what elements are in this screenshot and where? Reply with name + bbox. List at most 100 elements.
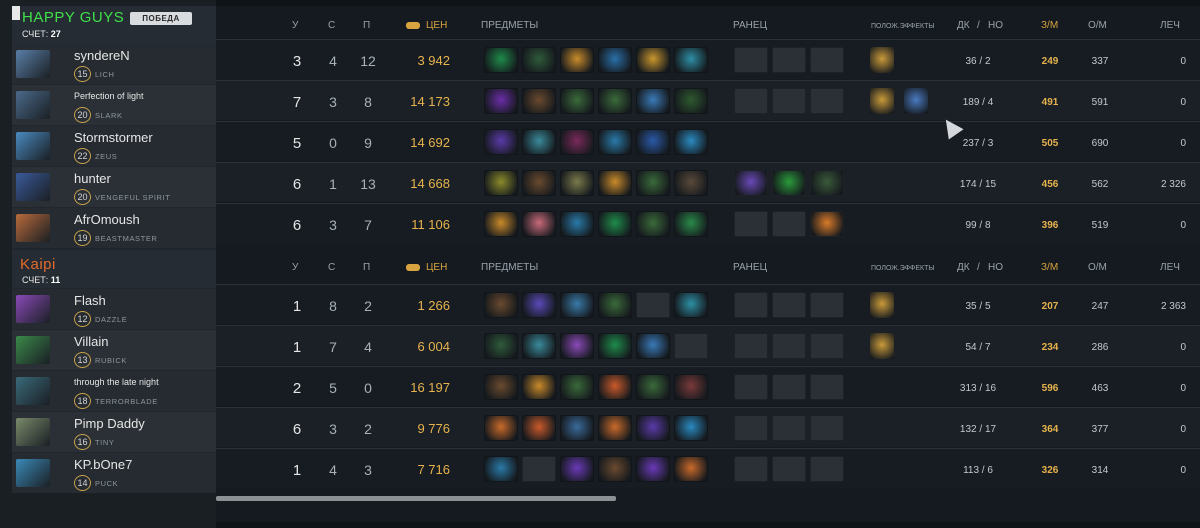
backpack-slot[interactable] bbox=[734, 374, 768, 400]
item-icon[interactable] bbox=[484, 292, 518, 318]
player-row[interactable]: through the late night 18 TERRORBLADE bbox=[12, 371, 216, 411]
item-icon[interactable] bbox=[560, 292, 594, 318]
header-assists[interactable]: П bbox=[363, 262, 370, 273]
header-heal[interactable]: ЛЕЧ bbox=[1160, 262, 1180, 273]
item-icon[interactable] bbox=[484, 374, 518, 400]
player-row[interactable]: Flash 12 DAZZLE bbox=[12, 289, 216, 329]
header-last-hits[interactable]: ДК bbox=[957, 20, 970, 31]
item-icon[interactable] bbox=[674, 292, 708, 318]
backpack-slot[interactable] bbox=[734, 333, 768, 359]
header-backpack[interactable]: РАНЕЦ bbox=[733, 262, 767, 273]
item-icon[interactable] bbox=[636, 47, 670, 73]
item-icon[interactable] bbox=[522, 129, 556, 155]
item-icon[interactable] bbox=[636, 415, 670, 441]
item-icon[interactable] bbox=[522, 333, 556, 359]
player-row[interactable]: Pimp Daddy 16 TINY bbox=[12, 412, 216, 452]
header-buffs[interactable]: ПОЛОЖ.ЭФФЕКТЫ bbox=[871, 23, 935, 30]
backpack-slot[interactable] bbox=[810, 415, 844, 441]
item-icon[interactable] bbox=[522, 211, 556, 237]
item-icon[interactable] bbox=[598, 129, 632, 155]
backpack-slot[interactable] bbox=[810, 374, 844, 400]
header-items[interactable]: ПРЕДМЕТЫ bbox=[481, 262, 538, 273]
header-slash[interactable]: / bbox=[977, 262, 980, 273]
item-icon[interactable] bbox=[560, 47, 594, 73]
backpack-slot[interactable] bbox=[810, 292, 844, 318]
item-icon[interactable] bbox=[560, 170, 594, 196]
item-icon[interactable] bbox=[484, 129, 518, 155]
item-icon[interactable] bbox=[560, 88, 594, 114]
item-icon[interactable] bbox=[674, 129, 708, 155]
header-networth[interactable]: ЦЕН bbox=[426, 20, 447, 31]
item-icon[interactable] bbox=[484, 88, 518, 114]
item-icon[interactable] bbox=[598, 415, 632, 441]
item-icon[interactable] bbox=[522, 170, 556, 196]
item-icon[interactable] bbox=[636, 88, 670, 114]
backpack-slot[interactable] bbox=[734, 88, 768, 114]
header-kills[interactable]: У bbox=[292, 20, 298, 31]
item-icon[interactable] bbox=[674, 456, 708, 482]
player-row[interactable]: syndereN 15 LICH bbox=[12, 44, 216, 84]
backpack-slot[interactable] bbox=[734, 415, 768, 441]
item-icon[interactable] bbox=[560, 415, 594, 441]
player-row[interactable]: AfrOmoush 19 BEASTMASTER bbox=[12, 208, 216, 248]
item-icon[interactable] bbox=[598, 211, 632, 237]
item-icon[interactable] bbox=[674, 47, 708, 73]
item-icon[interactable] bbox=[674, 88, 708, 114]
item-icon[interactable] bbox=[484, 211, 518, 237]
item-icon[interactable] bbox=[598, 374, 632, 400]
item-icon[interactable] bbox=[522, 292, 556, 318]
buff-icon[interactable] bbox=[870, 292, 894, 318]
header-heal[interactable]: ЛЕЧ bbox=[1160, 20, 1180, 31]
player-row[interactable]: Villain 13 RUBICK bbox=[12, 330, 216, 370]
item-icon[interactable] bbox=[560, 333, 594, 359]
item-icon[interactable] bbox=[636, 374, 670, 400]
item-icon[interactable] bbox=[598, 47, 632, 73]
item-icon[interactable] bbox=[522, 88, 556, 114]
item-icon[interactable] bbox=[636, 456, 670, 482]
player-row[interactable]: Stormstormer 22 ZEUS bbox=[12, 126, 216, 166]
backpack-item-icon[interactable] bbox=[772, 170, 806, 196]
empty-item-slot[interactable] bbox=[636, 292, 670, 318]
item-icon[interactable] bbox=[598, 170, 632, 196]
backpack-slot[interactable] bbox=[810, 88, 844, 114]
item-icon[interactable] bbox=[598, 333, 632, 359]
buff-icon[interactable] bbox=[870, 47, 894, 73]
backpack-slot[interactable] bbox=[810, 333, 844, 359]
item-icon[interactable] bbox=[674, 374, 708, 400]
header-items[interactable]: ПРЕДМЕТЫ bbox=[481, 20, 538, 31]
item-icon[interactable] bbox=[484, 47, 518, 73]
backpack-slot[interactable] bbox=[810, 47, 844, 73]
item-icon[interactable] bbox=[522, 374, 556, 400]
header-denies[interactable]: НО bbox=[988, 20, 1003, 31]
backpack-slot[interactable] bbox=[772, 333, 806, 359]
header-last-hits[interactable]: ДК bbox=[957, 262, 970, 273]
header-gpm[interactable]: З/М bbox=[1041, 262, 1058, 273]
header-deaths[interactable]: С bbox=[328, 262, 335, 273]
backpack-slot[interactable] bbox=[810, 456, 844, 482]
backpack-slot[interactable] bbox=[772, 374, 806, 400]
horizontal-scrollbar[interactable] bbox=[216, 496, 616, 501]
backpack-slot[interactable] bbox=[772, 292, 806, 318]
item-icon[interactable] bbox=[560, 374, 594, 400]
header-denies[interactable]: НО bbox=[988, 262, 1003, 273]
header-gpm[interactable]: З/М bbox=[1041, 20, 1058, 31]
item-icon[interactable] bbox=[674, 170, 708, 196]
item-icon[interactable] bbox=[484, 456, 518, 482]
item-icon[interactable] bbox=[598, 292, 632, 318]
item-icon[interactable] bbox=[598, 456, 632, 482]
header-assists[interactable]: П bbox=[363, 20, 370, 31]
item-icon[interactable] bbox=[674, 211, 708, 237]
item-icon[interactable] bbox=[522, 47, 556, 73]
header-deaths[interactable]: С bbox=[328, 20, 335, 31]
backpack-slot[interactable] bbox=[772, 88, 806, 114]
backpack-item-icon[interactable] bbox=[810, 170, 844, 196]
header-kills[interactable]: У bbox=[292, 262, 298, 273]
player-row[interactable]: KP.bOne7 14 PUCK bbox=[12, 453, 216, 493]
buff-icon[interactable] bbox=[870, 88, 894, 114]
item-icon[interactable] bbox=[484, 170, 518, 196]
empty-item-slot[interactable] bbox=[522, 456, 556, 482]
item-icon[interactable] bbox=[560, 211, 594, 237]
backpack-item-icon[interactable] bbox=[734, 170, 768, 196]
backpack-slot[interactable] bbox=[734, 211, 768, 237]
item-icon[interactable] bbox=[636, 129, 670, 155]
